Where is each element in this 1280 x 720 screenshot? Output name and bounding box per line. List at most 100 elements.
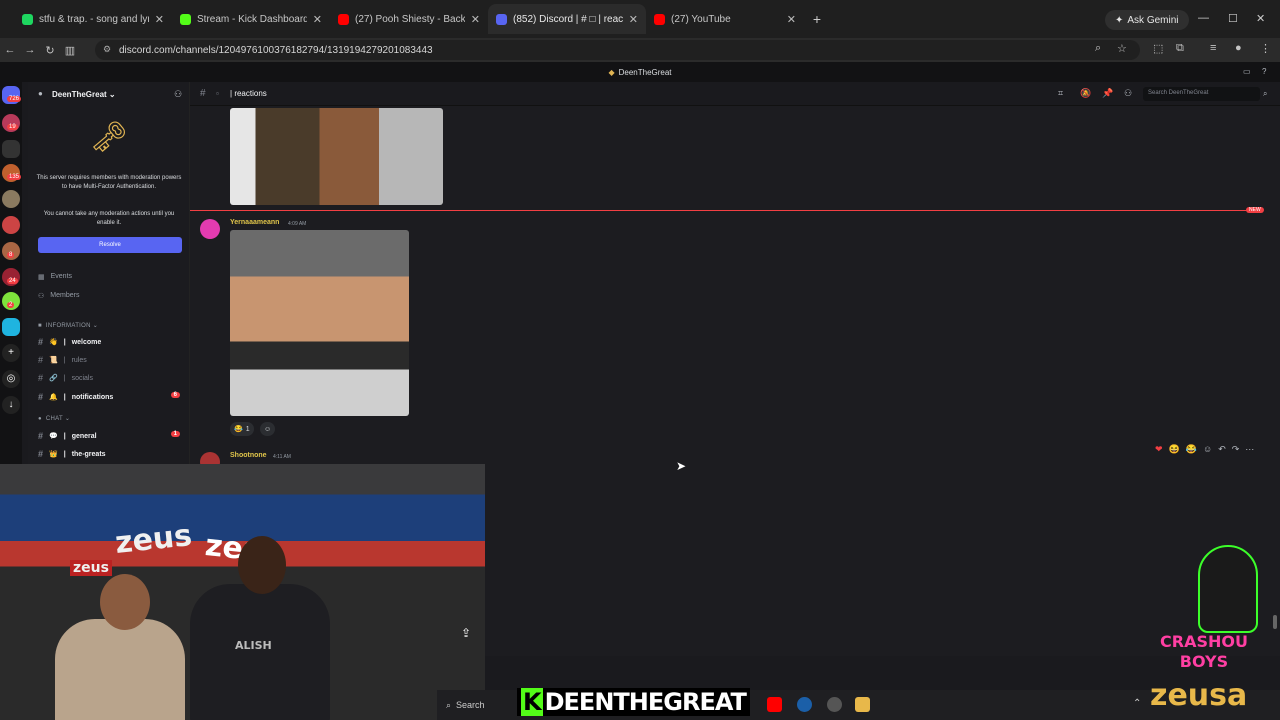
- message-image[interactable]: [230, 108, 443, 205]
- pin-icon[interactable]: 📌: [1102, 88, 1113, 99]
- category-chat[interactable]: ● CHAT ⌄: [38, 415, 70, 422]
- download-icon[interactable]: ↓: [2, 396, 20, 414]
- forward-icon[interactable]: →: [20, 44, 40, 56]
- channel-emoji: 💬: [49, 433, 58, 440]
- url-field[interactable]: ⚙ discord.com/channels/12049761003761827…: [95, 40, 1140, 60]
- close-icon[interactable]: ✕: [471, 13, 480, 26]
- chair-logo: zeus: [70, 560, 112, 576]
- close-icon[interactable]: ✕: [313, 13, 322, 26]
- sidebar-icon[interactable]: ▥: [60, 44, 80, 57]
- new-messages-divider: [190, 210, 1260, 211]
- puzzle-icon[interactable]: ⧉: [1176, 42, 1184, 55]
- server-badge: 24: [7, 278, 18, 284]
- back-icon[interactable]: ←: [0, 44, 20, 56]
- tab-title: (27) Pooh Shiesty - Back In Bloo: [355, 13, 465, 25]
- server-icon[interactable]: [2, 216, 20, 234]
- close-icon[interactable]: ✕: [629, 13, 638, 26]
- channel-label: rules: [71, 356, 87, 364]
- message-timestamp: 4:11 AM: [273, 454, 291, 460]
- reaction-count: 1: [245, 425, 250, 433]
- zoom-icon[interactable]: ⌕: [1095, 42, 1101, 55]
- spotify-icon: [22, 13, 33, 25]
- forward-icon[interactable]: ↷: [1232, 444, 1240, 455]
- hash-icon: #: [38, 449, 44, 459]
- address-bar-row: ← → ↻ ▥ ⚙ discord.com/channels/120497610…: [0, 38, 1280, 62]
- channel-the-greats[interactable]: # 👑 | the-greats: [38, 449, 186, 459]
- more-icon[interactable]: ⋯: [1245, 444, 1254, 455]
- streamer-name-text: DEENTHEGREAT: [544, 688, 747, 716]
- add-server-icon[interactable]: +: [2, 344, 20, 362]
- add-reaction-button[interactable]: ☺: [260, 422, 276, 436]
- tab-youtube-video[interactable]: (27) Pooh Shiesty - Back In Bloo ✕: [330, 4, 488, 34]
- media-icon[interactable]: ≡: [1210, 42, 1216, 54]
- search-input[interactable]: Search DeenTheGreat: [1143, 87, 1260, 101]
- info-icon: ■: [38, 323, 42, 329]
- tab-kick[interactable]: Stream - Kick Dashboard ✕: [172, 4, 330, 34]
- notification-settings-icon[interactable]: 🔕: [1080, 88, 1091, 99]
- profile-icon[interactable]: ●: [1235, 42, 1242, 54]
- laugh-emoji-icon[interactable]: 😂: [1186, 444, 1197, 455]
- heart-icon[interactable]: ❤: [1155, 444, 1163, 455]
- server-badge: 19: [7, 124, 18, 130]
- unread-badge: 6: [170, 392, 180, 398]
- reply-icon[interactable]: ↶: [1218, 444, 1226, 455]
- server-icon[interactable]: [2, 318, 20, 336]
- tab-spotify[interactable]: stfu & trap. - song and lyrics by ✕: [14, 4, 172, 34]
- nav-events[interactable]: ▦ Events: [38, 273, 72, 281]
- nav-members[interactable]: ⚇ Members: [38, 292, 79, 300]
- reload-icon[interactable]: ↻: [40, 44, 60, 57]
- category-information[interactable]: ■ INFORMATION ⌄: [38, 322, 98, 329]
- channel-notifications[interactable]: # 🔔 | notifications 6: [38, 392, 186, 402]
- minimize-button[interactable]: —: [1198, 12, 1209, 24]
- channel-emoji-icon: ▫: [216, 89, 219, 98]
- tab-youtube[interactable]: (27) YouTube ✕: [646, 4, 804, 34]
- bookmark-star-icon[interactable]: ☆: [1117, 42, 1127, 55]
- server-icon[interactable]: [2, 190, 20, 208]
- member-list-icon[interactable]: ⚇: [1124, 88, 1132, 99]
- channel-socials[interactable]: # 🔗 | socials: [38, 373, 186, 383]
- obs-icon[interactable]: [827, 697, 842, 712]
- folder-icon[interactable]: [855, 697, 870, 712]
- taskbar-search-label: Search: [456, 700, 485, 710]
- new-tab-button[interactable]: +: [804, 11, 830, 27]
- threads-icon[interactable]: ⌗: [1058, 88, 1063, 99]
- channel-welcome[interactable]: # 👋 | welcome: [38, 337, 186, 347]
- tray-chevron-icon[interactable]: ⌃: [1133, 698, 1141, 709]
- channel-general[interactable]: # 💬 | general 1: [38, 431, 186, 441]
- site-info-icon[interactable]: ⚙: [103, 44, 111, 55]
- add-reaction-icon[interactable]: ☺: [1203, 444, 1212, 455]
- search-icon: ⌕: [1263, 89, 1268, 98]
- extension-icon[interactable]: ⬚: [1153, 42, 1163, 55]
- taskbar-search[interactable]: ⌕ Search: [441, 695, 511, 715]
- server-name[interactable]: DeenTheGreat ⌄: [52, 90, 116, 99]
- close-icon[interactable]: ✕: [155, 13, 164, 26]
- resolve-button[interactable]: Resolve: [38, 237, 182, 253]
- message-author[interactable]: Yernaaameann: [230, 219, 279, 226]
- message-image[interactable]: [230, 230, 409, 416]
- channel-label: socials: [71, 374, 93, 382]
- mouse-cursor-icon: ➤: [676, 459, 687, 473]
- steam-icon[interactable]: [797, 697, 812, 712]
- discover-icon[interactable]: ◎: [2, 370, 20, 388]
- message-author[interactable]: Shootnone: [230, 452, 267, 459]
- avatar[interactable]: [200, 219, 220, 239]
- add-member-icon[interactable]: ⚇: [174, 89, 182, 100]
- ask-gemini-button[interactable]: ✦ Ask Gemini: [1105, 10, 1189, 30]
- maximize-button[interactable]: ☐: [1228, 12, 1238, 25]
- help-icon[interactable]: ?: [1262, 67, 1266, 76]
- hash-icon: #: [38, 431, 44, 441]
- upload-icon[interactable]: ⇪: [461, 626, 471, 640]
- channel-emoji: 🔔: [49, 394, 58, 401]
- youtube-icon[interactable]: [767, 697, 782, 712]
- menu-icon[interactable]: ⋮: [1260, 42, 1271, 55]
- scrollbar-thumb[interactable]: [1273, 615, 1277, 629]
- server-icon[interactable]: [2, 140, 20, 158]
- channel-rules[interactable]: # 📜 | rules: [38, 355, 186, 365]
- reaction[interactable]: 😂 1: [230, 422, 254, 436]
- close-icon[interactable]: ✕: [787, 13, 796, 26]
- laugh-emoji-icon[interactable]: 😆: [1169, 444, 1180, 455]
- server-badge: 135: [7, 174, 22, 180]
- close-window-button[interactable]: ✕: [1256, 12, 1265, 25]
- inbox-icon[interactable]: ▭: [1243, 67, 1251, 76]
- tab-discord[interactable]: (852) Discord | # □ | reactions ✕: [488, 4, 646, 34]
